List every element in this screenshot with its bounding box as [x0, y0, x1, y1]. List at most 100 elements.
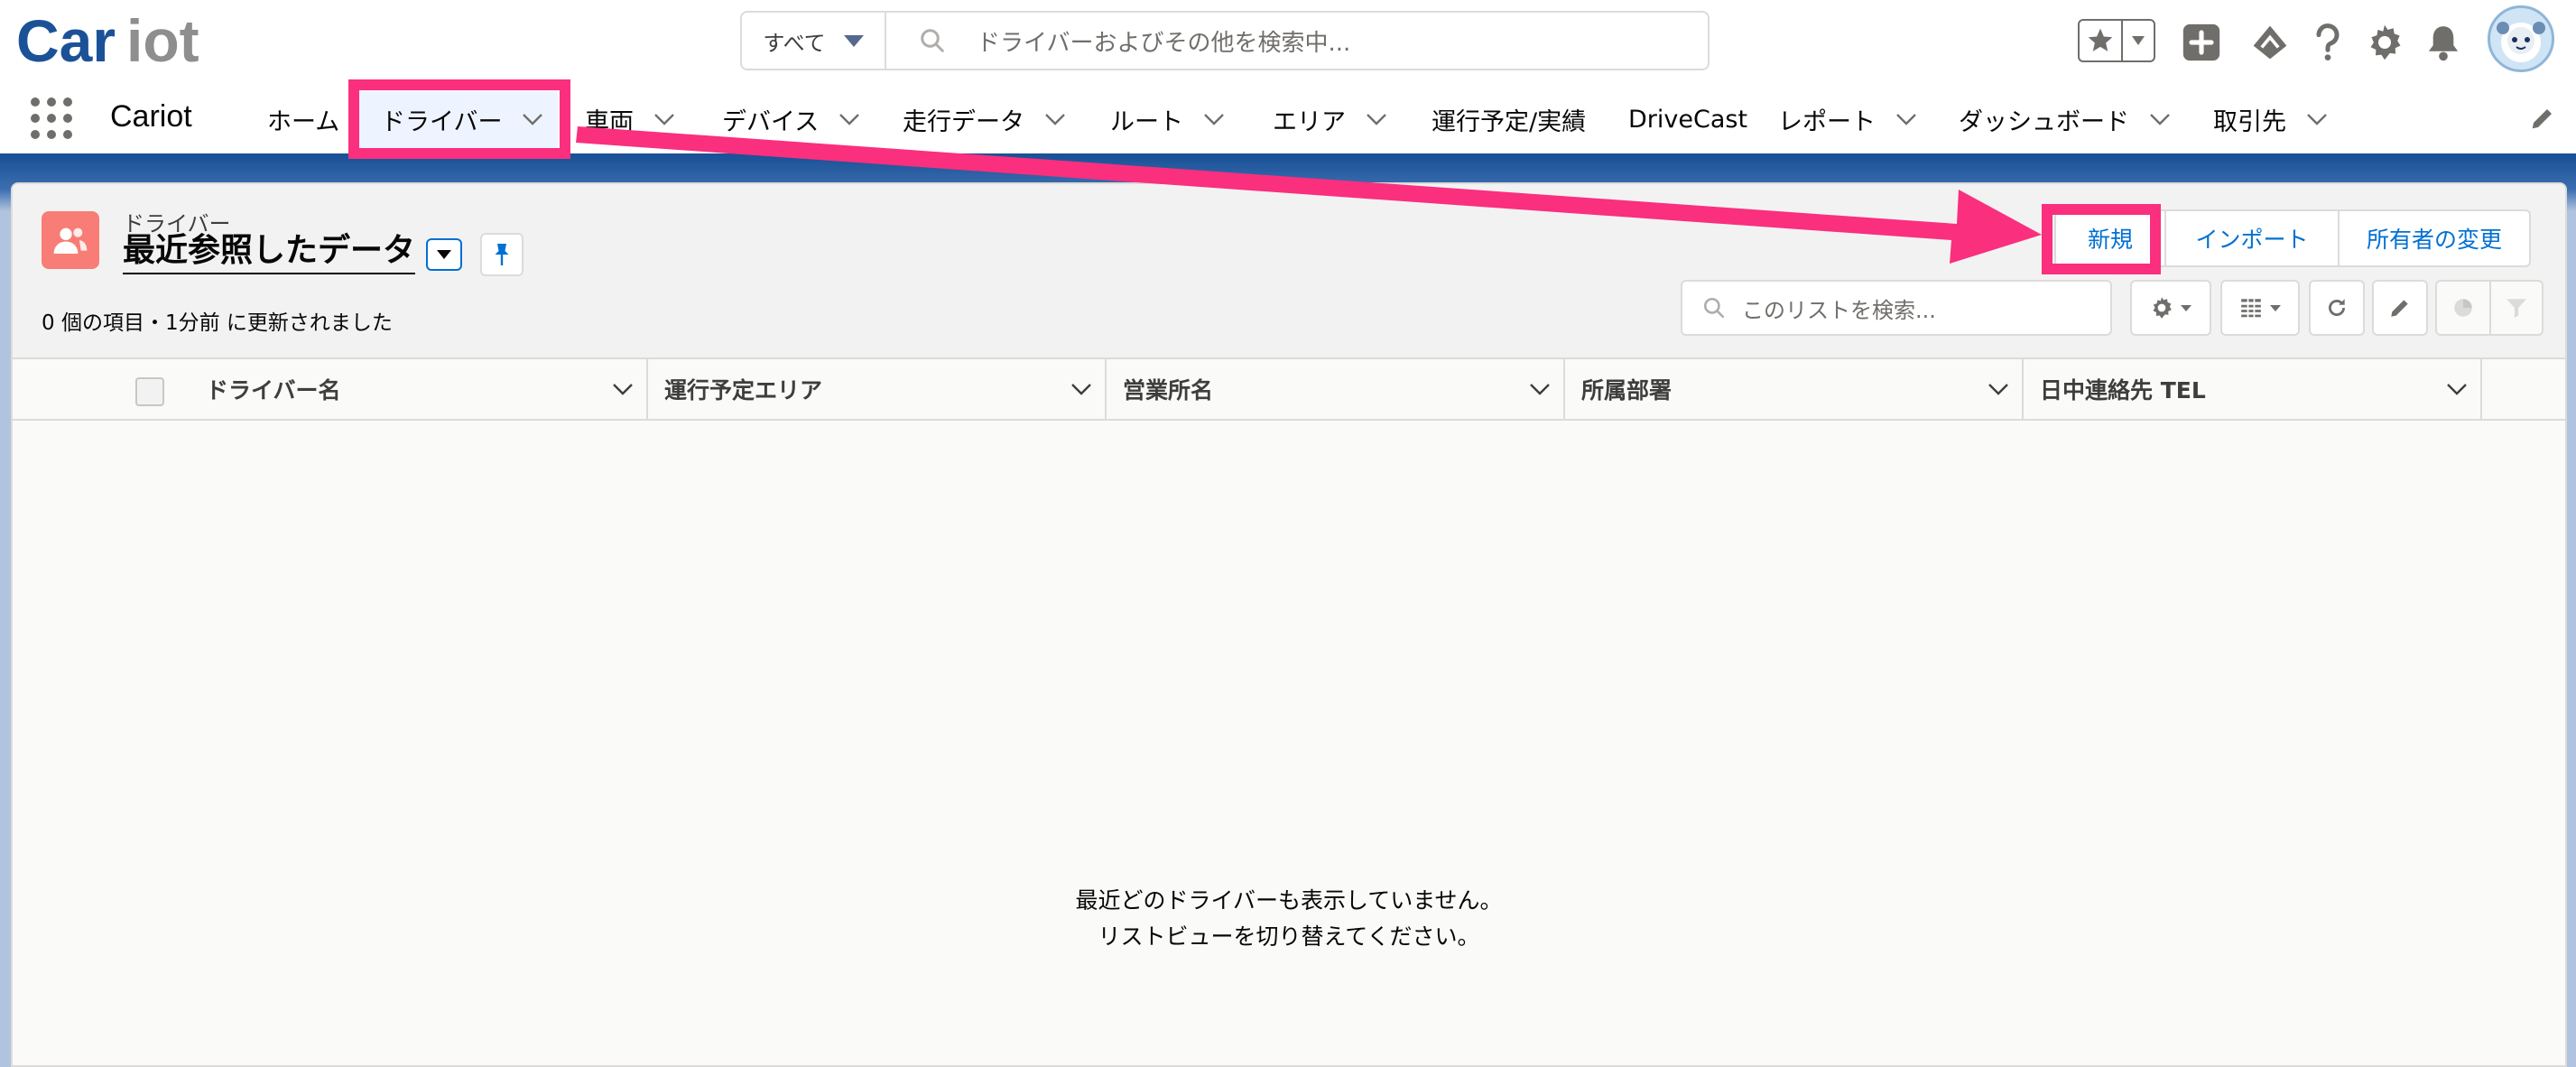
table-header: ドライバー名 運行予定エリア 営業所名 所属部署 日中連絡先 TEL: [13, 359, 2565, 421]
nav-item-label: 取引先: [2213, 107, 2286, 136]
column-header-scheduled-area[interactable]: 運行予定エリア: [648, 359, 1107, 419]
pin-list-view-button[interactable]: [480, 233, 524, 276]
app-launcher-icon[interactable]: [31, 97, 72, 139]
global-actions-button[interactable]: [2179, 20, 2224, 65]
nav-item-label: エリア: [1273, 107, 1346, 136]
import-button[interactable]: インポート: [2166, 211, 2340, 265]
search-icon: [921, 29, 944, 52]
chevron-down-icon[interactable]: [1366, 113, 1387, 125]
global-header: Car iot すべて ドライバーおよびその他を検索中...: [0, 0, 2576, 85]
chevron-down-icon[interactable]: [2306, 113, 2328, 125]
empty-state-message: 最近どのドライバーも表示していません。 リストビューを切り替えてください。: [13, 883, 2565, 955]
nav-item-label: ホーム: [267, 107, 340, 136]
favorites-list-button[interactable]: [2123, 21, 2154, 60]
setup-gear-icon: [2370, 24, 2401, 60]
cariot-logo[interactable]: Car iot: [16, 9, 206, 72]
help-button[interactable]: [2305, 20, 2350, 65]
list-search-placeholder: このリストを検索...: [1742, 297, 1936, 323]
empty-state-line-2: リストビューを切り替えてください。: [1098, 923, 1480, 950]
chevron-down-icon[interactable]: [1895, 113, 1917, 125]
help-icon: [2316, 23, 2340, 60]
nav-item-label: 車両: [585, 107, 634, 136]
nav-item-label: デバイス: [722, 107, 820, 136]
favorites-star-button[interactable]: [2080, 21, 2123, 60]
nav-item-label: レポート: [1778, 107, 1876, 136]
inline-edit-button[interactable]: [2372, 280, 2428, 336]
column-header-office-name[interactable]: 営業所名: [1107, 359, 1565, 419]
refresh-button[interactable]: [2309, 280, 2365, 336]
filter-button[interactable]: [2491, 282, 2542, 334]
display-as-button[interactable]: [2220, 280, 2300, 336]
global-search-input[interactable]: ドライバーおよびその他を検索中...: [886, 13, 1708, 69]
trailhead-button[interactable]: [2247, 20, 2293, 65]
nav-item-reports[interactable]: レポート: [1778, 85, 1917, 153]
edit-nav-pencil-icon[interactable]: [2529, 105, 2556, 132]
chart-filter-button-group: [2435, 280, 2544, 336]
search-scope-select[interactable]: すべて: [742, 13, 886, 69]
user-avatar[interactable]: [2488, 5, 2554, 72]
nav-item-vehicles[interactable]: 車両: [585, 85, 675, 153]
nav-item-home[interactable]: ホーム: [267, 85, 339, 153]
add-icon: [2182, 23, 2220, 61]
favorites-star-icon: [2088, 28, 2113, 51]
column-header-driver-name[interactable]: ドライバー名: [190, 359, 648, 419]
column-label: 日中連絡先 TEL: [2040, 377, 2206, 404]
chevron-down-icon[interactable]: [612, 383, 634, 395]
notifications-button[interactable]: [2421, 20, 2466, 65]
edit-pencil-icon: [2391, 300, 2408, 317]
chevron-down-icon[interactable]: [1070, 383, 1092, 395]
nav-item-areas[interactable]: エリア: [1273, 85, 1387, 153]
nav-item-dashboards[interactable]: ダッシュボード: [1959, 85, 2171, 153]
svg-text:iot: iot: [126, 13, 199, 69]
nav-item-label: 走行データ: [903, 107, 1024, 136]
chevron-down-icon[interactable]: [1044, 113, 1066, 125]
column-label: ドライバー名: [206, 377, 341, 404]
select-all-checkbox[interactable]: [135, 377, 164, 406]
search-scope-label: すべて: [763, 30, 826, 56]
nav-item-schedule[interactable]: 運行予定/実績: [1432, 85, 1586, 153]
notification-bell-icon: [2428, 26, 2459, 61]
list-view-header: ドライバー 最近参照したデータ 0 個の項目・1分前 に更新されました 新規 イ…: [13, 184, 2565, 359]
table-view-icon: [2241, 299, 2261, 318]
svg-text:Car: Car: [16, 13, 116, 69]
pin-icon: [495, 244, 509, 265]
nav-item-devices[interactable]: デバイス: [722, 85, 860, 153]
column-label: 所属部署: [1581, 377, 1673, 404]
caret-down-icon: [2270, 304, 2281, 311]
nav-item-drivecast[interactable]: DriveCast: [1628, 85, 1747, 153]
filter-icon: [2507, 299, 2526, 318]
column-header-department[interactable]: 所属部署: [1565, 359, 2024, 419]
chevron-down-icon[interactable]: [1203, 113, 1225, 125]
caret-down-icon: [843, 34, 864, 47]
chevron-down-icon[interactable]: [2446, 383, 2468, 395]
nav-item-accounts[interactable]: 取引先: [2213, 85, 2328, 153]
column-header-daytime-tel[interactable]: 日中連絡先 TEL: [2024, 359, 2482, 419]
list-search-input[interactable]: このリストを検索...: [1681, 280, 2112, 336]
chart-icon: [2454, 299, 2472, 317]
chevron-down-icon[interactable]: [1988, 383, 2009, 395]
list-view-switcher-button[interactable]: [426, 238, 462, 271]
astro-avatar-icon: [2497, 22, 2545, 62]
nav-item-driving-data[interactable]: 走行データ: [903, 85, 1066, 153]
column-label: 営業所名: [1123, 377, 1214, 404]
cariot-logo-graphic: Car iot: [16, 13, 199, 69]
change-owner-button[interactable]: 所有者の変更: [2340, 211, 2529, 265]
nav-item-label: 運行予定/実績: [1432, 107, 1587, 136]
nav-item-routes[interactable]: ルート: [1110, 85, 1225, 153]
caret-down-icon: [2132, 36, 2145, 45]
chevron-down-icon[interactable]: [1529, 383, 1551, 395]
chevron-down-icon[interactable]: [839, 113, 860, 125]
global-search-placeholder: ドライバーおよびその他を検索中...: [977, 29, 1351, 57]
chart-button[interactable]: [2437, 282, 2491, 334]
highlight-box-new-button: [2042, 204, 2161, 274]
setup-button[interactable]: [2362, 20, 2407, 65]
trailhead-icon: [2253, 25, 2287, 60]
chevron-down-icon[interactable]: [2149, 113, 2171, 125]
list-view-title[interactable]: 最近参照したデータ: [123, 231, 416, 274]
list-settings-button[interactable]: [2130, 280, 2211, 336]
app-name: Cariot: [110, 99, 192, 134]
chevron-down-icon[interactable]: [653, 113, 675, 125]
caret-down-icon: [2181, 304, 2191, 311]
search-icon: [1703, 297, 1725, 319]
column-label: 運行予定エリア: [664, 377, 823, 404]
